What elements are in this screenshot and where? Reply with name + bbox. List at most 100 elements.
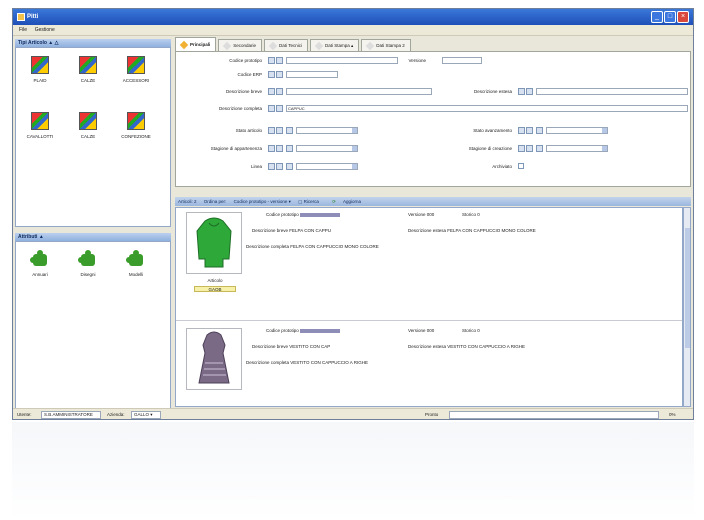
stagione-creazione-select[interactable]: [546, 145, 608, 152]
codice-value-redacted: [300, 212, 341, 217]
types-grid: PLAID CALZE ACCESSORI CAVALLOTTI CALZE C…: [15, 47, 171, 227]
descrizione-estesa-input[interactable]: [536, 88, 688, 95]
operator-dropdown[interactable]: [526, 88, 533, 95]
ordina-select[interactable]: Codice prototipo - versione ▾: [234, 199, 291, 204]
archiviato-checkbox[interactable]: [518, 163, 524, 169]
attribute-item[interactable]: Modelli: [112, 250, 160, 306]
operator-select[interactable]: [518, 127, 525, 134]
zoom-value: 0%: [669, 412, 676, 417]
lookup-icon[interactable]: [536, 127, 543, 134]
type-label: CONFEZIONE: [121, 134, 151, 139]
window-reflection: [12, 422, 694, 520]
operator-select[interactable]: [518, 145, 525, 152]
attribute-label: Disegni: [80, 272, 96, 277]
linea-select[interactable]: [296, 163, 358, 170]
results-list: Articolo GAOB Codice prototipo Versione …: [175, 207, 683, 407]
operator-select[interactable]: [268, 163, 275, 170]
operator-select[interactable]: [268, 145, 275, 152]
aggiorna-button[interactable]: ⟳ Aggiorna: [332, 199, 367, 204]
types-header[interactable]: Tipi Articolo ▲ △: [15, 39, 171, 47]
type-item[interactable]: CALZE: [64, 112, 112, 168]
codice-row: Codice prototipo: [266, 328, 341, 333]
descrizione-completa-input[interactable]: CAPPUC: [286, 105, 688, 112]
operator-dropdown[interactable]: [276, 105, 283, 112]
aggiorna-label: Aggiorna: [342, 199, 361, 204]
operator-dropdown[interactable]: [526, 127, 533, 134]
maximize-button[interactable]: □: [664, 11, 676, 23]
close-button[interactable]: ×: [677, 11, 689, 23]
product-thumbnail[interactable]: [186, 212, 242, 274]
field-value: FELPA CON CAPPUCCIO MONO COLORE: [447, 228, 536, 233]
list-item[interactable]: Codice prototipo Versione 000 Storico 0 …: [176, 324, 682, 419]
menu-gestione[interactable]: Gestione: [35, 27, 55, 33]
operator-dropdown[interactable]: [276, 145, 283, 152]
stato-avanzamento-select[interactable]: [546, 127, 608, 134]
tab-label: Principali: [190, 42, 211, 47]
type-item[interactable]: PLAID: [16, 56, 64, 112]
descrizione-breve-input[interactable]: [286, 88, 432, 95]
type-item[interactable]: ACCESSORI: [112, 56, 160, 112]
stato-articolo-select[interactable]: [296, 127, 358, 134]
puzzle-icon: [78, 250, 98, 268]
tab-strip: Principali Secondarie Dati Tecnici Dati …: [175, 37, 413, 52]
operator-select[interactable]: [268, 71, 275, 78]
utente-value: S.B.AMMINISTRATORE: [41, 411, 101, 419]
attribute-item[interactable]: Annuari: [16, 250, 64, 306]
attribute-item[interactable]: Disegni: [64, 250, 112, 306]
refresh-icon: ⟳: [332, 199, 336, 204]
type-icon: [127, 56, 145, 74]
results-scrollbar[interactable]: [683, 207, 691, 407]
tab-principali[interactable]: Principali: [175, 37, 217, 52]
archiviato-label: Archiviato: [492, 164, 512, 169]
field-value: VESTITO CON CAP: [289, 344, 331, 349]
codice-erp-input[interactable]: [286, 71, 338, 78]
lookup-icon[interactable]: [286, 163, 293, 170]
estesa-row: Descrizione estesa VESTITO CON CAPPUCCIO…: [408, 344, 525, 349]
versione-input[interactable]: [442, 57, 482, 64]
operator-dropdown[interactable]: [276, 163, 283, 170]
linea-label: Linea: [250, 164, 262, 169]
left-panel: Tipi Articolo ▲ △ PLAID CALZE ACCESSORI …: [15, 39, 171, 409]
stagione-appartenenza-label: Stagione di appartenenza: [210, 146, 262, 151]
operator-select[interactable]: [268, 88, 275, 95]
type-item[interactable]: CALZE: [64, 56, 112, 112]
stagione-appartenenza-select[interactable]: [296, 145, 358, 152]
lookup-icon[interactable]: [536, 145, 543, 152]
item-tag: GAOB: [194, 286, 236, 292]
type-icon: [127, 112, 145, 130]
azienda-select[interactable]: GALLO ▾: [131, 411, 161, 419]
operator-dropdown[interactable]: [276, 88, 283, 95]
product-thumbnail[interactable]: [186, 328, 242, 390]
operator-select[interactable]: [268, 57, 275, 64]
operator-dropdown[interactable]: [276, 71, 283, 78]
codice-erp-label: Codice ERP: [237, 72, 262, 77]
field-label: Versione: [408, 212, 426, 217]
scrollbar-thumb[interactable]: [685, 228, 690, 348]
attribute-label: Modelli: [128, 272, 144, 277]
field-label: Codice prototipo: [266, 328, 299, 333]
versione-label: Versione: [408, 58, 426, 63]
operator-select[interactable]: [518, 88, 525, 95]
app-icon: [17, 13, 25, 21]
operator-dropdown[interactable]: [276, 57, 283, 64]
menu-file[interactable]: File: [19, 27, 27, 33]
lookup-icon[interactable]: [286, 145, 293, 152]
type-item[interactable]: CAVALLOTTI: [16, 112, 64, 168]
ricerca-button[interactable]: ▢ Ricerca: [298, 199, 325, 204]
type-item[interactable]: CONFEZIONE: [112, 112, 160, 168]
list-item[interactable]: Articolo GAOB Codice prototipo Versione …: [176, 208, 682, 321]
operator-dropdown[interactable]: [526, 145, 533, 152]
minimize-button[interactable]: _: [651, 11, 663, 23]
field-value: FELPA CON CAPPU: [289, 228, 331, 233]
pronto-label: Pronto: [425, 412, 439, 417]
operator-dropdown[interactable]: [276, 127, 283, 134]
type-label: PLAID: [33, 78, 47, 83]
lookup-icon[interactable]: [286, 127, 293, 134]
utente-label: Utente:: [17, 412, 32, 417]
type-label: CALZE: [80, 134, 96, 139]
attributes-header[interactable]: Attributi ▲: [15, 233, 171, 241]
operator-select[interactable]: [268, 127, 275, 134]
codice-prototipo-label: Codice prototipo: [229, 58, 262, 63]
operator-select[interactable]: [268, 105, 275, 112]
type-icon: [79, 112, 97, 130]
